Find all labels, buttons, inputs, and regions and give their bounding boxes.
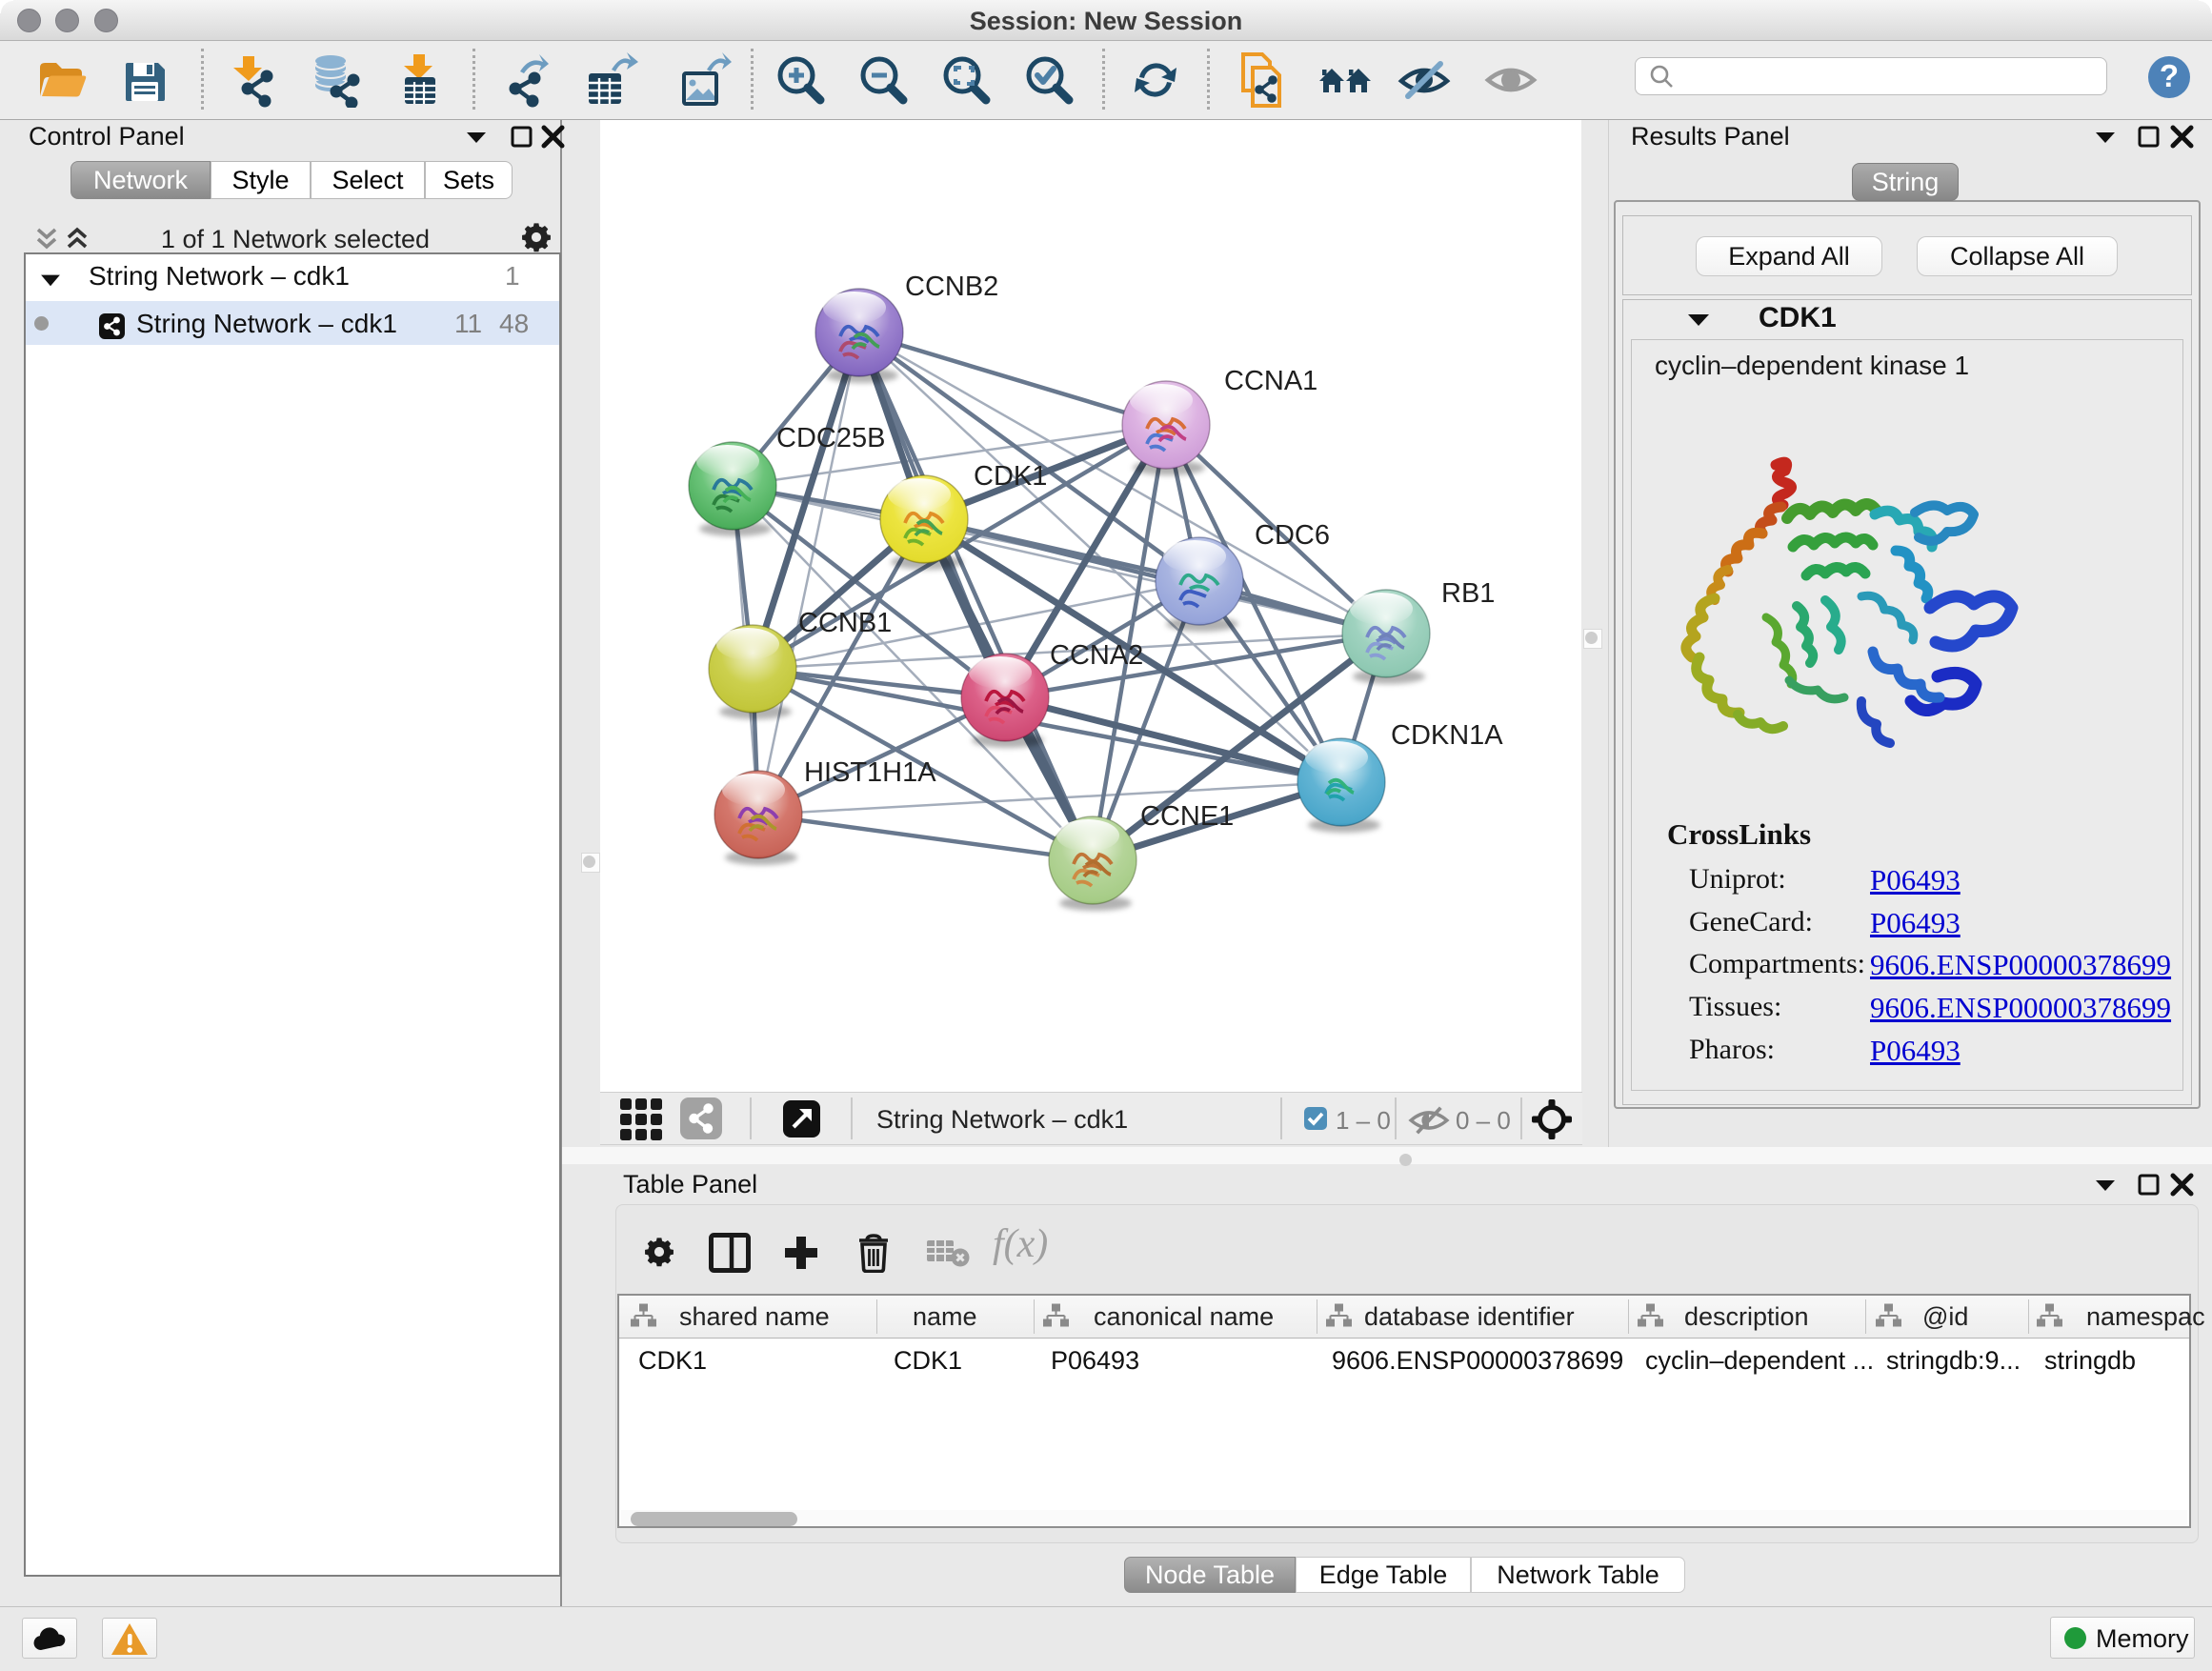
svg-text:HIST1H1A: HIST1H1A <box>804 757 936 788</box>
svg-text:RB1: RB1 <box>1441 578 1495 609</box>
svg-text:CDKN1A: CDKN1A <box>1391 720 1503 751</box>
svg-text:CCNB1: CCNB1 <box>798 608 892 638</box>
svg-text:CDC25B: CDC25B <box>776 423 885 453</box>
svg-text:CDK1: CDK1 <box>974 461 1047 492</box>
svg-text:CCNB2: CCNB2 <box>905 272 998 302</box>
svg-text:CCNA2: CCNA2 <box>1050 640 1143 671</box>
svg-text:CDC6: CDC6 <box>1255 520 1330 551</box>
svg-text:CCNE1: CCNE1 <box>1140 801 1234 832</box>
svg-text:CCNA1: CCNA1 <box>1224 366 1317 396</box>
